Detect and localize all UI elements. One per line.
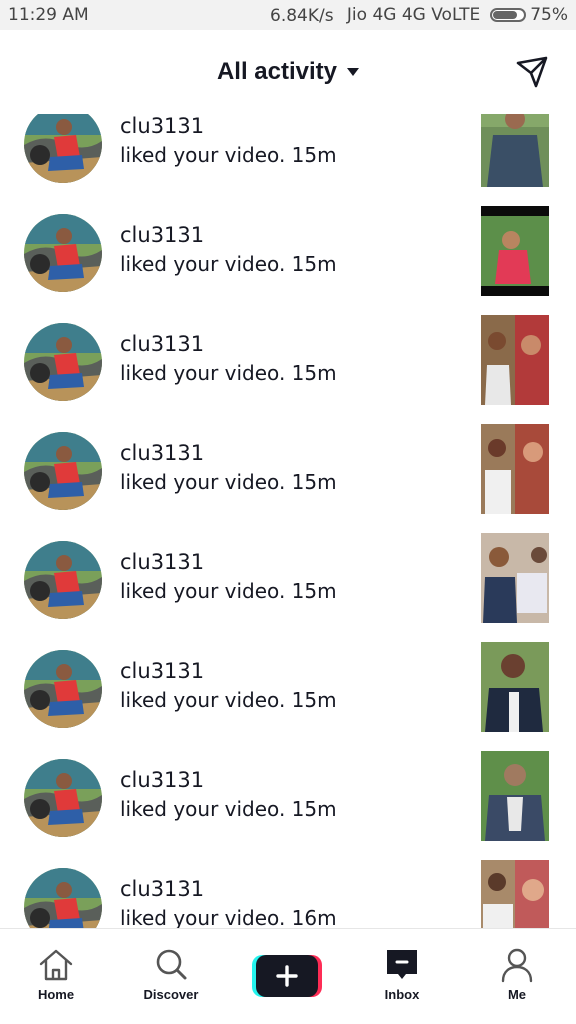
notification-username[interactable]: clu3131 — [120, 332, 204, 356]
notification-message: liked your video. 15m — [120, 797, 337, 821]
avatar[interactable] — [24, 868, 102, 928]
send-message-icon[interactable] — [514, 54, 550, 90]
tab-home[interactable]: Home — [6, 929, 106, 1024]
carrier-label: Jio 4G 4G VoLTE — [346, 5, 481, 25]
inbox-icon — [387, 950, 417, 979]
list-item[interactable]: clu3131 liked your video. 15m — [0, 410, 576, 519]
notification-message: liked your video. 15m — [120, 143, 337, 167]
list-item[interactable]: clu3131 liked your video. 15m — [0, 301, 576, 410]
avatar[interactable] — [24, 759, 102, 837]
battery-icon — [490, 8, 527, 22]
notification-username[interactable]: clu3131 — [120, 877, 204, 901]
list-item[interactable]: clu3131 liked your video. 15m — [0, 192, 576, 301]
tab-home-label: Home — [37, 987, 75, 1002]
search-icon — [156, 949, 187, 980]
notification-username[interactable]: clu3131 — [120, 768, 204, 792]
list-item[interactable]: clu3131 liked your video. 15m — [0, 737, 576, 846]
video-thumbnail[interactable] — [481, 114, 549, 187]
notification-username[interactable]: clu3131 — [120, 441, 204, 465]
video-thumbnail[interactable] — [481, 751, 549, 841]
list-item[interactable]: clu3131 liked your video. 16m — [0, 846, 576, 928]
status-right: Jio 4G 4G VoLTE 75% — [347, 5, 568, 25]
avatar[interactable] — [24, 214, 102, 292]
list-item[interactable]: clu3131 liked your video. 15m — [0, 628, 576, 737]
notification-message: liked your video. 16m — [120, 906, 337, 928]
home-icon — [39, 949, 73, 981]
video-thumbnail[interactable] — [481, 860, 549, 928]
status-bar: 11:29 AM 6.84K/s Jio 4G 4G VoLTE 75% — [0, 0, 576, 30]
profile-icon — [501, 948, 533, 983]
video-thumbnail[interactable] — [481, 533, 549, 623]
avatar[interactable] — [24, 432, 102, 510]
notification-message: liked your video. 15m — [120, 252, 337, 276]
activity-filter-dropdown[interactable]: All activity — [0, 58, 576, 86]
chevron-down-icon — [347, 68, 360, 76]
avatar[interactable] — [24, 650, 102, 728]
notification-message: liked your video. 15m — [120, 361, 337, 385]
tab-me-label: Me — [507, 987, 527, 1002]
tab-me[interactable]: Me — [467, 929, 567, 1024]
activity-header: All activity — [0, 30, 576, 114]
network-speed: 6.84K/s — [270, 6, 334, 26]
video-thumbnail[interactable] — [481, 642, 549, 732]
notification-message: liked your video. 15m — [120, 579, 337, 603]
battery-indicator: 75% — [490, 5, 568, 25]
notification-username[interactable]: clu3131 — [120, 550, 204, 574]
status-time: 11:29 AM — [8, 5, 89, 25]
tab-discover[interactable]: Discover — [121, 929, 221, 1024]
avatar[interactable] — [24, 114, 102, 183]
battery-percent: 75% — [530, 5, 568, 25]
bottom-tab-bar: Home Discover Inbox Me — [0, 928, 576, 1024]
tab-inbox[interactable]: Inbox — [352, 929, 452, 1024]
notification-username[interactable]: clu3131 — [120, 114, 204, 138]
video-thumbnail[interactable] — [481, 424, 549, 514]
create-video-button[interactable] — [252, 953, 322, 999]
tab-discover-label: Discover — [143, 987, 199, 1002]
notification-username[interactable]: clu3131 — [120, 223, 204, 247]
avatar[interactable] — [24, 541, 102, 619]
notification-username[interactable]: clu3131 — [120, 659, 204, 683]
notification-message: liked your video. 15m — [120, 470, 337, 494]
page-title: All activity — [216, 58, 338, 85]
notification-message: liked your video. 15m — [120, 688, 337, 712]
list-item[interactable]: clu3131 liked your video. 15m — [0, 519, 576, 628]
activity-list[interactable]: clu3131 liked your video. 15m clu3131 liked… — [0, 114, 576, 928]
tab-inbox-label: Inbox — [384, 987, 420, 1002]
avatar[interactable] — [24, 323, 102, 401]
video-thumbnail[interactable] — [481, 206, 549, 296]
video-thumbnail[interactable] — [481, 315, 549, 405]
list-item[interactable]: clu3131 liked your video. 15m — [0, 114, 576, 192]
